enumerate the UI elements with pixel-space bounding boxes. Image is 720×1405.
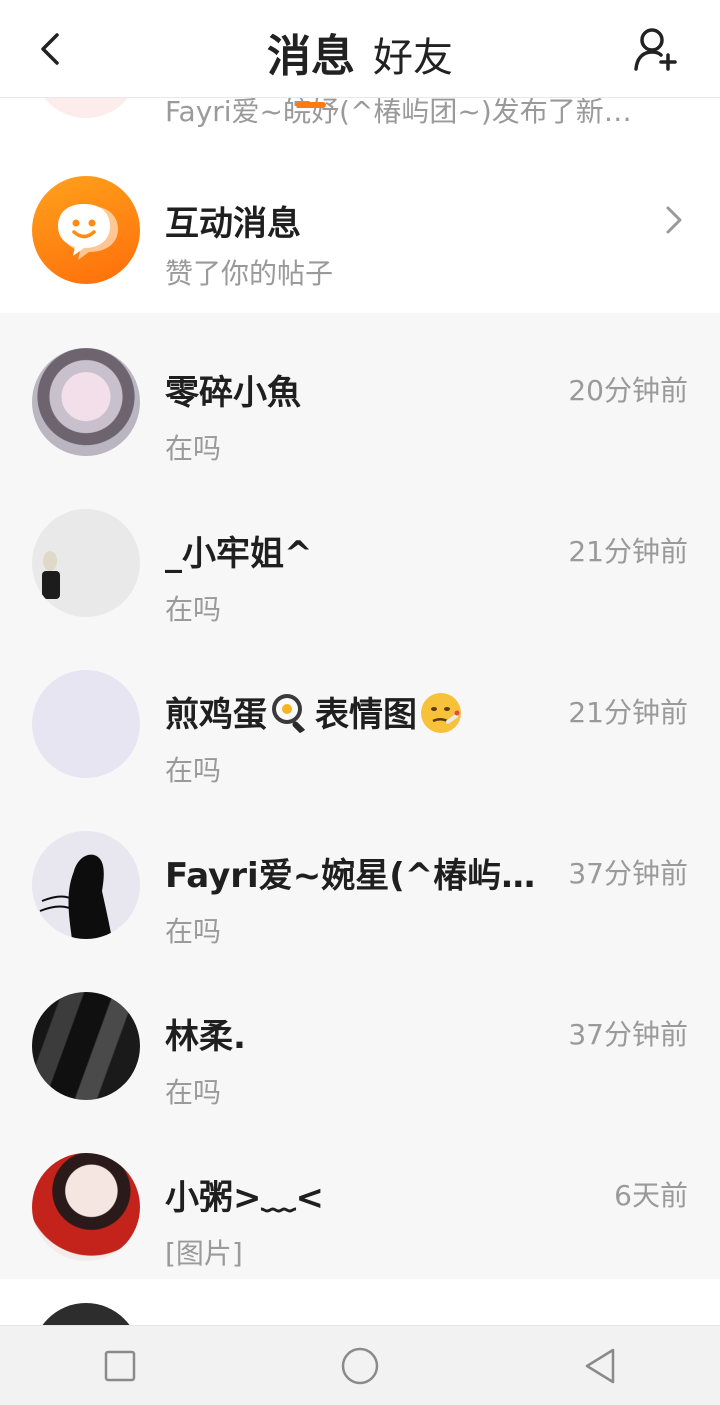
conversation-item[interactable]: 小粥>﹏< [图片] 6天前 (0, 1118, 720, 1279)
conversation-item[interactable]: 零碎小魚 在吗 20分钟前 (0, 313, 720, 474)
conversation-name-part: 表情图 (315, 695, 417, 735)
add-friend-button[interactable] (630, 22, 684, 76)
interaction-avatar (32, 176, 140, 284)
avatar (32, 992, 140, 1100)
avatar (32, 670, 140, 778)
frying-pan-egg-icon (272, 693, 306, 735)
avatar (32, 509, 140, 617)
conversation-preview: 在吗 (165, 754, 222, 787)
interaction-messages-item[interactable]: 互动消息 赞了你的帖子 (0, 140, 720, 313)
conversation-preview: [图片] (165, 1237, 243, 1270)
chevron-right-icon (666, 206, 682, 234)
conversation-preview: 在吗 (165, 593, 222, 626)
app-header: 消息 好友 (0, 0, 720, 98)
conversation-time: 37分钟前 (568, 857, 688, 890)
conversation-name: 小粥>﹏< (165, 1178, 324, 1218)
nav-recents-button[interactable] (0, 1326, 240, 1405)
conversation-name: 煎鸡蛋 表情图 (165, 687, 465, 739)
conversation-time: 20分钟前 (568, 374, 688, 407)
avatar (32, 831, 140, 939)
conversation-time: 21分钟前 (568, 696, 688, 729)
conversation-time: 6天前 (614, 1179, 688, 1212)
nav-square-icon (104, 1350, 136, 1381)
nav-circle-icon (341, 1347, 379, 1384)
conversation-name: Fayri爱~婉星(^椿屿团… (165, 856, 557, 896)
conversation-preview: 在吗 (165, 432, 222, 465)
avatar-silhouette (39, 854, 112, 939)
conversation-name: 林柔. (165, 1017, 246, 1057)
conversation-preview: 在吗 (165, 1076, 222, 1109)
nav-triangle-icon (585, 1348, 615, 1383)
tab-friends[interactable]: 好友 (373, 25, 453, 83)
list-item-partial-bottom[interactable] (0, 1279, 720, 1325)
header-tabs: 消息 好友 (0, 20, 720, 84)
message-list: Fayri爱~皖妤(^椿屿团~)发布了新… 互动消息 赞了你的帖子 零碎小魚 在… (0, 0, 720, 1325)
conversation-name: 零碎小魚 (165, 373, 301, 413)
avatar (32, 1303, 140, 1325)
conversation-time: 21分钟前 (568, 535, 688, 568)
conversation-item[interactable]: 林柔. 在吗 37分钟前 (0, 957, 720, 1118)
sick-face-icon (421, 692, 461, 733)
conversation-item[interactable]: Fayri爱~婉星(^椿屿团… 在吗 37分钟前 (0, 796, 720, 957)
conversation-item[interactable]: _小牢姐^ 在吗 21分钟前 (0, 474, 720, 635)
system-nav-bar (0, 1325, 720, 1405)
avatar (32, 1153, 140, 1261)
avatar-figure (42, 551, 60, 599)
conversation-time: 37分钟前 (568, 1018, 688, 1051)
list-item-preview: 赞了你的帖子 (165, 257, 334, 290)
tab-messages[interactable]: 消息 (267, 20, 355, 84)
chat-bubble-icon (58, 204, 118, 260)
add-friend-icon (634, 28, 677, 71)
nav-back-button[interactable] (480, 1326, 720, 1405)
nav-home-button[interactable] (240, 1326, 480, 1405)
avatar (32, 348, 140, 456)
conversation-item[interactable]: 煎鸡蛋 表情图 在吗 21分钟前 (0, 635, 720, 796)
list-item-name: 互动消息 (165, 204, 301, 244)
conversation-name: _小牢姐^ (165, 534, 313, 574)
conversation-preview: 在吗 (165, 915, 222, 948)
conversation-name-part: 煎鸡蛋 (165, 695, 267, 735)
